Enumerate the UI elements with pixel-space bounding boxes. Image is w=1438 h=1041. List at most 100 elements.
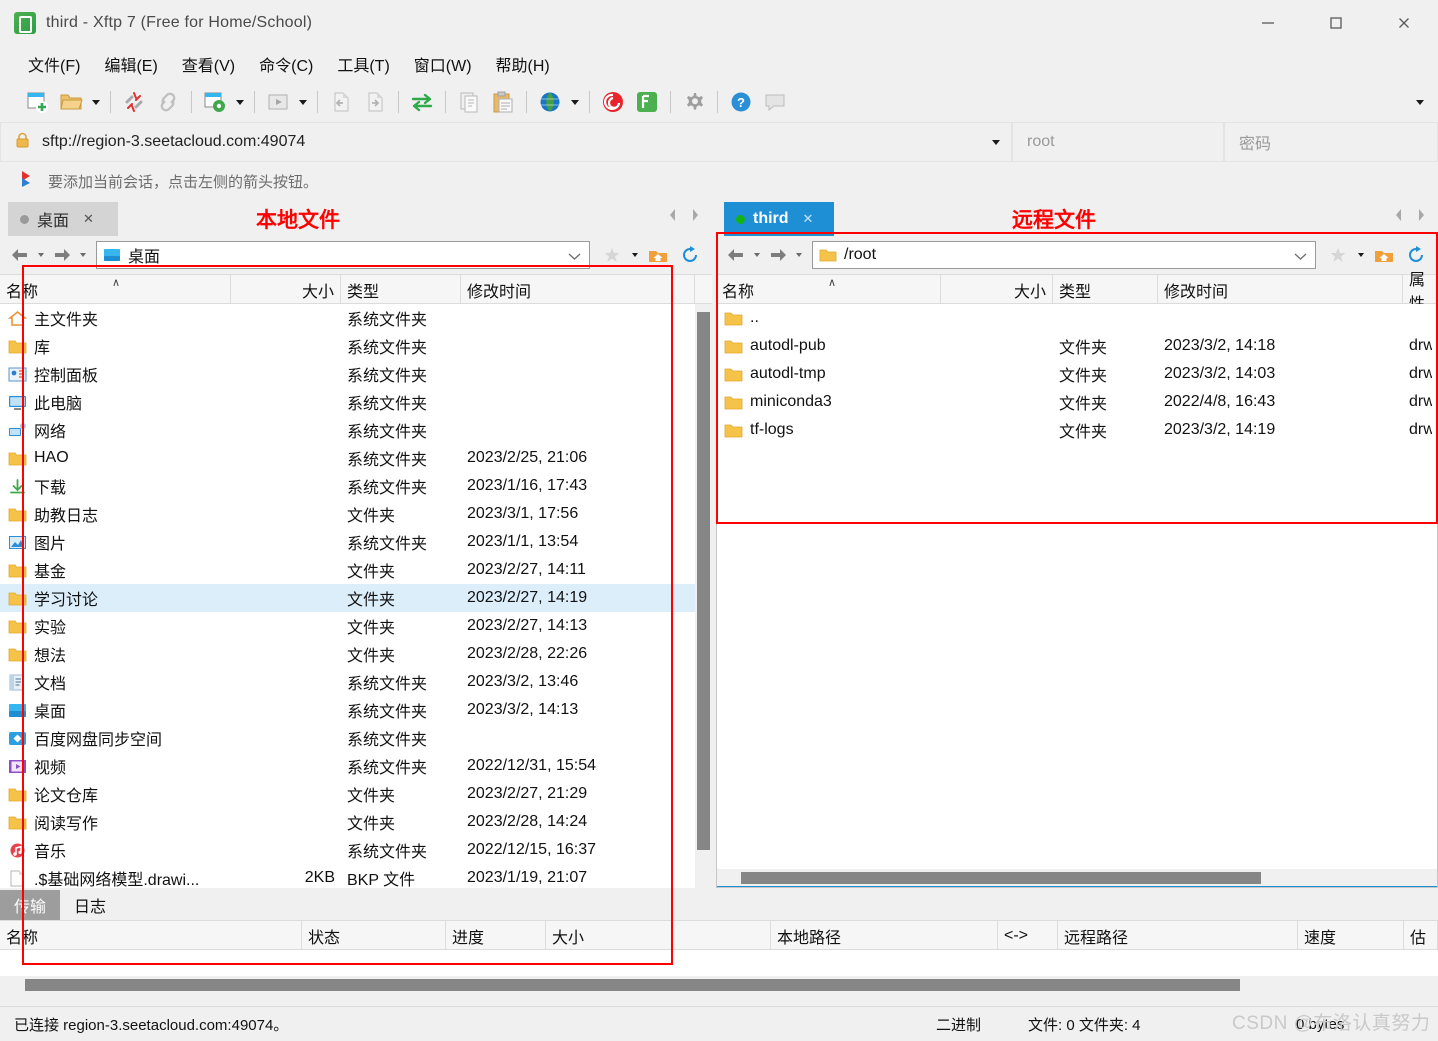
transfer-column-header-6[interactable]: 远程路径: [1058, 921, 1298, 950]
tab-scroll-left-icon[interactable]: [666, 206, 680, 228]
table-row[interactable]: 基金 文件夹 2023/2/27, 14:11: [0, 556, 712, 584]
local-tab-desktop[interactable]: 桌面 ✕: [8, 202, 118, 236]
remote-file-list[interactable]: .. autodl-pub 文件夹 2023/3/2, 14:18 drw autodl-…: [716, 304, 1438, 869]
remote-path-dropdown-icon[interactable]: [1294, 248, 1307, 265]
remote-favorite-button[interactable]: [1322, 240, 1354, 270]
local-path-dropdown-icon[interactable]: [568, 248, 581, 265]
table-row[interactable]: 图片 系统文件夹 2023/1/1, 13:54: [0, 528, 712, 556]
maximize-button[interactable]: [1302, 0, 1370, 46]
session-properties-icon[interactable]: [198, 86, 232, 118]
local-vertical-scrollbar[interactable]: [695, 304, 712, 888]
table-row[interactable]: miniconda3 文件夹 2022/4/8, 16:43 drw: [716, 388, 1438, 416]
table-row[interactable]: ..: [716, 304, 1438, 332]
transfer-tab-0[interactable]: 传输: [0, 890, 61, 920]
remote-column-header-type[interactable]: 类型: [1053, 275, 1158, 304]
table-row[interactable]: 主文件夹 系统文件夹: [0, 304, 712, 332]
local-back-dropdown[interactable]: [34, 241, 48, 269]
table-row[interactable]: HAO 系统文件夹 2023/2/25, 21:06: [0, 444, 712, 472]
table-row[interactable]: 库 系统文件夹: [0, 332, 712, 360]
table-row[interactable]: 下载 系统文件夹 2023/1/16, 17:43: [0, 472, 712, 500]
help-icon[interactable]: ?: [724, 86, 758, 118]
address-url-field[interactable]: sftp://region-3.seetacloud.com:49074: [0, 122, 1012, 162]
password-field[interactable]: 密码: [1224, 122, 1438, 162]
tab-scroll-left-icon[interactable]: [1392, 206, 1406, 228]
remote-column-header-attrs[interactable]: 属性: [1403, 272, 1438, 313]
transfer-horizontal-scrollbar[interactable]: [0, 976, 1438, 994]
transfer-column-header-4[interactable]: 本地路径: [771, 921, 998, 950]
remote-forward-button[interactable]: [764, 241, 792, 269]
transfer-column-header-8[interactable]: 估: [1404, 921, 1438, 950]
table-row[interactable]: tf-logs 文件夹 2023/3/2, 14:19 drw: [716, 416, 1438, 444]
table-row[interactable]: 学习讨论 文件夹 2023/2/27, 14:19: [0, 584, 712, 612]
transfer-column-header-3[interactable]: 大小: [546, 921, 771, 950]
local-path-input[interactable]: 桌面: [96, 241, 590, 269]
transfer-tab-1[interactable]: 日志: [60, 890, 120, 920]
table-row[interactable]: 实验 文件夹 2023/2/27, 14:13: [0, 612, 712, 640]
local-refresh-button[interactable]: [674, 240, 706, 270]
table-row[interactable]: 阅读写作 文件夹 2023/2/28, 14:24: [0, 808, 712, 836]
remote-tab-third[interactable]: third ✕: [724, 202, 834, 236]
menu-item-2[interactable]: 查看(V): [172, 48, 245, 80]
remote-column-header-size[interactable]: 大小: [941, 275, 1053, 304]
remote-back-button[interactable]: [722, 241, 750, 269]
local-column-header-modified[interactable]: 修改时间: [461, 275, 695, 304]
transfer-column-header-7[interactable]: 速度: [1298, 921, 1404, 950]
session-properties-dropdown[interactable]: [232, 86, 248, 118]
menu-item-3[interactable]: 命令(C): [249, 48, 323, 80]
local-column-header-size[interactable]: 大小: [231, 275, 341, 304]
username-field[interactable]: root: [1012, 122, 1224, 162]
options-icon[interactable]: [677, 86, 711, 118]
copy-icon[interactable]: [452, 86, 486, 118]
transfer-scroll-thumb[interactable]: [25, 979, 1240, 991]
menu-item-4[interactable]: 工具(T): [327, 48, 399, 80]
table-row[interactable]: 论文仓库 文件夹 2023/2/27, 21:29: [0, 780, 712, 808]
disconnect-icon[interactable]: [117, 86, 151, 118]
tab-scroll-right-icon[interactable]: [688, 206, 702, 228]
transfer-column-header-0[interactable]: 名称: [0, 921, 302, 950]
transfer-left-icon[interactable]: [324, 86, 358, 118]
transfer-column-header-2[interactable]: 进度: [446, 921, 546, 950]
toolbar-overflow-button[interactable]: [1416, 82, 1424, 122]
xshell-icon[interactable]: [596, 86, 630, 118]
remote-scroll-thumb[interactable]: [741, 872, 1261, 884]
local-forward-dropdown[interactable]: [76, 241, 90, 269]
remote-forward-dropdown[interactable]: [792, 241, 806, 269]
menu-item-5[interactable]: 窗口(W): [404, 48, 482, 80]
sync-browsing-icon[interactable]: [405, 86, 439, 118]
globe-icon[interactable]: [533, 86, 567, 118]
local-home-button[interactable]: [642, 240, 674, 270]
table-row[interactable]: 想法 文件夹 2023/2/28, 22:26: [0, 640, 712, 668]
open-folder-icon[interactable]: [54, 86, 88, 118]
table-row[interactable]: 助教日志 文件夹 2023/3/1, 17:56: [0, 500, 712, 528]
link-icon[interactable]: [151, 86, 185, 118]
transfer-list-body[interactable]: [0, 950, 1438, 976]
remote-horizontal-scrollbar[interactable]: [716, 869, 1438, 886]
local-back-button[interactable]: [6, 241, 34, 269]
local-scroll-thumb[interactable]: [697, 312, 710, 850]
table-row[interactable]: 视频 系统文件夹 2022/12/31, 15:54: [0, 752, 712, 780]
minimize-button[interactable]: [1234, 0, 1302, 46]
table-row[interactable]: 网络 系统文件夹: [0, 416, 712, 444]
paste-icon[interactable]: [486, 86, 520, 118]
menu-item-0[interactable]: 文件(F): [18, 48, 90, 80]
remote-column-header-modified[interactable]: 修改时间: [1158, 275, 1403, 304]
close-button[interactable]: [1370, 0, 1438, 46]
transfer-right-icon[interactable]: [358, 86, 392, 118]
table-row[interactable]: autodl-pub 文件夹 2023/3/2, 14:18 drw: [716, 332, 1438, 360]
run-icon[interactable]: [261, 86, 295, 118]
menu-item-1[interactable]: 编辑(E): [94, 48, 167, 80]
run-dropdown[interactable]: [295, 86, 311, 118]
new-session-icon[interactable]: [20, 86, 54, 118]
local-forward-button[interactable]: [48, 241, 76, 269]
xftp-icon[interactable]: [630, 86, 664, 118]
remote-tab-close-icon[interactable]: ✕: [803, 211, 814, 227]
table-row[interactable]: 音乐 系统文件夹 2022/12/15, 16:37: [0, 836, 712, 864]
transfer-column-header-1[interactable]: 状态: [302, 921, 446, 950]
local-column-header-type[interactable]: 类型: [341, 275, 461, 304]
tab-scroll-right-icon[interactable]: [1414, 206, 1428, 228]
local-tab-close-icon[interactable]: ✕: [83, 211, 94, 227]
table-row[interactable]: 此电脑 系统文件夹: [0, 388, 712, 416]
local-favorite-dropdown[interactable]: [628, 241, 642, 269]
remote-favorite-dropdown[interactable]: [1354, 241, 1368, 269]
address-dropdown-button[interactable]: [981, 123, 1011, 161]
